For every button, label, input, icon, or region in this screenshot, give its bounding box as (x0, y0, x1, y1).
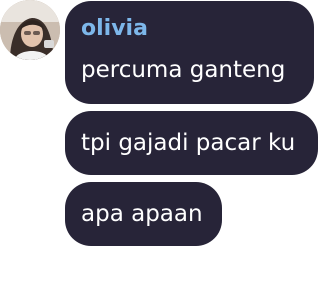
message-bubble-1[interactable]: olivia percuma ganteng (65, 1, 314, 104)
message-text: percuma ganteng (81, 57, 286, 83)
message-bubble-3[interactable]: apa apaan (65, 182, 222, 246)
message-text: tpi gajadi pacar ku (81, 130, 296, 156)
avatar[interactable] (0, 0, 60, 60)
sender-name[interactable]: olivia (81, 16, 148, 41)
message-text: apa apaan (81, 201, 203, 227)
chat-thread: olivia percuma ganteng tpi gajadi pacar … (0, 0, 320, 301)
message-bubble-2[interactable]: tpi gajadi pacar ku (65, 111, 318, 175)
profile-photo-icon (0, 0, 60, 60)
